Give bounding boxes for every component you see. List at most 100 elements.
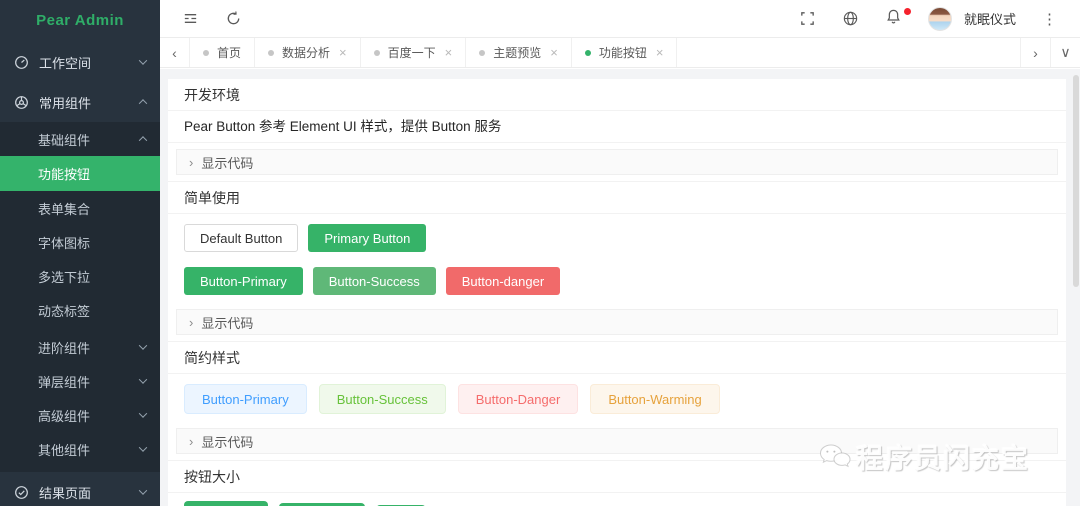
tab-label: 主题预览: [493, 46, 542, 60]
sidebar-item-font-icons[interactable]: 字体图标: [0, 225, 160, 259]
section-title-dev-env: 开发环境: [168, 79, 1066, 111]
tab-data-analysis[interactable]: 数据分析 ×: [255, 38, 361, 67]
code-collapse-wrap: › 显示代码: [168, 303, 1066, 342]
tab-dot: [584, 49, 591, 56]
content-area: 开发环境 Pear Button 参考 Element UI 样式，提供 But…: [160, 69, 1080, 506]
pear-admin-app: Pear Admin 工作空间 常用组件 基础组件 功能按钮 表单集合 字体图标…: [0, 0, 1080, 506]
close-icon[interactable]: ×: [656, 46, 664, 59]
section-title-plain-style: 简约样式: [168, 342, 1066, 374]
chevron-down-icon: [138, 443, 148, 452]
tabs-scroll-left-icon[interactable]: ‹: [160, 38, 190, 67]
button-success[interactable]: Button-Success: [312, 267, 436, 295]
sidebar-item-popup-components[interactable]: 弹层组件: [0, 364, 160, 398]
vertical-scrollbar[interactable]: [1073, 75, 1079, 287]
user-avatar[interactable]: [927, 6, 952, 31]
sidebar-item-label: 进阶组件: [38, 340, 91, 356]
sidebar-item-workspace[interactable]: 工作空间: [0, 42, 160, 82]
show-code-toggle[interactable]: › 显示代码: [176, 149, 1058, 175]
show-code-toggle[interactable]: › 显示代码: [176, 309, 1058, 335]
tab-theme-preview[interactable]: 主题预览 ×: [466, 38, 572, 67]
main-area: 就眠仪式 ⋮ ‹ 首页 数据分析 × 百度一下 × 主题预览 × 功能按钮 × …: [160, 0, 1080, 506]
plain-button-row: Button-Primary Button-Success Button-Dan…: [184, 384, 1050, 414]
notification-bell[interactable]: [885, 7, 911, 30]
sidebar-item-function-buttons[interactable]: 功能按钮: [0, 156, 160, 191]
button-row-1: Default Button Primary Button: [184, 224, 1050, 252]
tab-dot: [479, 49, 486, 56]
button-row-2: Button-Primary Button-Success Button-dan…: [184, 267, 1050, 295]
plain-style-body: Button-Primary Button-Success Button-Dan…: [168, 374, 1066, 422]
section-title-button-size: 按钮大小: [168, 461, 1066, 493]
chevron-right-icon: ›: [189, 314, 194, 330]
sidebar-item-multi-select[interactable]: 多选下拉: [0, 259, 160, 293]
header-right-controls: 就眠仪式 ⋮: [799, 6, 1058, 31]
tab-dot: [373, 49, 380, 56]
button-primary[interactable]: Button-Primary: [184, 267, 303, 295]
tabs-menu-icon[interactable]: ∨: [1050, 38, 1080, 67]
sidebar-item-label: 多选下拉: [38, 269, 91, 285]
default-button[interactable]: Default Button: [184, 224, 299, 252]
chevron-up-icon: [138, 136, 148, 145]
sidebar-item-common-components[interactable]: 常用组件: [0, 82, 160, 122]
plain-button-success[interactable]: Button-Success: [318, 384, 446, 414]
dev-env-description: Pear Button 参考 Element UI 样式，提供 Button 服…: [168, 111, 1066, 143]
tab-label: 首页: [217, 46, 242, 60]
show-code-label: 显示代码: [201, 155, 254, 171]
chevron-down-icon: [138, 486, 148, 495]
code-collapse-wrap: › 显示代码: [168, 422, 1066, 461]
refresh-icon[interactable]: [225, 10, 242, 27]
more-menu-icon[interactable]: ⋮: [1042, 10, 1058, 28]
show-code-label: 显示代码: [201, 315, 254, 331]
close-icon[interactable]: ×: [550, 46, 558, 59]
sidebar-item-label: 工作空间: [39, 55, 92, 71]
sidebar-item-dynamic-tags[interactable]: 动态标签: [0, 293, 160, 327]
tab-bar: ‹ 首页 数据分析 × 百度一下 × 主题预览 × 功能按钮 × › ∨: [160, 38, 1080, 68]
chevron-right-icon: ›: [189, 433, 194, 449]
tab-baidu[interactable]: 百度一下 ×: [361, 38, 467, 67]
sidebar: Pear Admin 工作空间 常用组件 基础组件 功能按钮 表单集合 字体图标…: [0, 0, 160, 506]
plain-button-primary[interactable]: Button-Primary: [184, 384, 307, 414]
sidebar-item-form-collection[interactable]: 表单集合: [0, 191, 160, 225]
user-name[interactable]: 就眠仪式: [964, 9, 1016, 28]
code-collapse-wrap: › 显示代码: [168, 143, 1066, 182]
app-logo[interactable]: Pear Admin: [0, 0, 160, 42]
tab-label: 百度一下: [387, 46, 436, 60]
simple-use-body: Default Button Primary Button Button-Pri…: [168, 214, 1066, 303]
fullscreen-icon[interactable]: [799, 10, 816, 27]
tab-label: 数据分析: [282, 46, 331, 60]
button-danger[interactable]: Button-danger: [445, 267, 561, 295]
close-icon[interactable]: ×: [445, 46, 453, 59]
tab-dot: [268, 49, 275, 56]
sidebar-item-label: 表单集合: [38, 201, 91, 217]
tab-home[interactable]: 首页: [190, 38, 256, 67]
section-title-simple-use: 简单使用: [168, 182, 1066, 214]
plain-button-danger[interactable]: Button-Danger: [457, 384, 579, 414]
sidebar-item-label: 动态标签: [38, 303, 91, 319]
sidebar-item-label: 其他组件: [38, 442, 91, 458]
sidebar-item-basic-components[interactable]: 基础组件: [0, 122, 160, 156]
bell-icon: [887, 9, 900, 24]
sidebar-item-senior-components[interactable]: 高级组件: [0, 398, 160, 432]
tab-function-buttons[interactable]: 功能按钮 ×: [572, 38, 678, 67]
sidebar-item-label: 常用组件: [39, 95, 92, 111]
sidebar-item-advanced-step[interactable]: 进阶组件: [0, 330, 160, 364]
globe-language-icon[interactable]: [842, 10, 859, 27]
collapse-menu-icon[interactable]: [182, 10, 199, 27]
sidebar-item-label: 功能按钮: [38, 167, 91, 182]
primary-button[interactable]: Primary Button: [308, 224, 427, 252]
button-demo-card: 开发环境 Pear Button 参考 Element UI 样式，提供 But…: [168, 79, 1066, 506]
chevron-down-icon: [138, 375, 148, 384]
show-code-label: 显示代码: [201, 434, 254, 450]
components-icon: [15, 95, 28, 109]
tabs-scroll-right-icon[interactable]: ›: [1020, 38, 1050, 67]
sidebar-item-label: 结果页面: [39, 485, 92, 501]
close-icon[interactable]: ×: [339, 46, 347, 59]
sidebar-item-other-components[interactable]: 其他组件: [0, 432, 160, 466]
plain-button-warming[interactable]: Button-Warming: [590, 384, 720, 414]
chevron-up-icon: [138, 99, 148, 108]
show-code-toggle[interactable]: › 显示代码: [176, 428, 1058, 454]
size-button-large[interactable]: [184, 501, 268, 506]
tab-label: 功能按钮: [598, 46, 647, 60]
size-button-row: [168, 493, 1066, 506]
tabbar-spacer: [677, 38, 1020, 67]
sidebar-item-result-pages[interactable]: 结果页面: [0, 472, 160, 506]
